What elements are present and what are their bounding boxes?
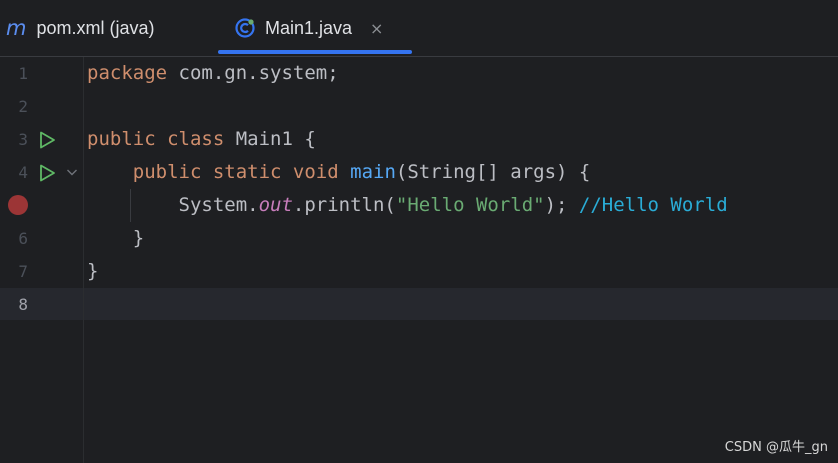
line-number: 3 [18, 130, 28, 149]
code-token: com.gn.system; [167, 62, 339, 84]
code-token: public class [87, 128, 225, 150]
tab-label: Main1.java [265, 17, 353, 38]
code-token: } [87, 227, 145, 249]
active-tab-indicator [218, 50, 412, 54]
chevron-down-icon[interactable] [65, 165, 79, 179]
code-token: main [350, 161, 396, 183]
code-text: } [87, 222, 144, 255]
code-editor[interactable]: 1 package com.gn.system; 2 3 public clas… [0, 57, 838, 463]
code-token: out [258, 194, 293, 216]
code-token: (String[] args) { [395, 161, 591, 183]
code-text: public static void main(String[] args) { [87, 156, 591, 189]
code-line: 7 } [0, 255, 838, 288]
run-icon[interactable] [37, 130, 57, 150]
code-text: public class Main1 { [87, 123, 316, 156]
tab-label: pom.xml (java) [36, 17, 155, 38]
code-token: } [87, 260, 99, 282]
code-line: 6 } [0, 222, 838, 255]
line-number: 6 [18, 229, 28, 248]
close-icon[interactable]: × [370, 19, 383, 38]
line-number: 4 [18, 163, 28, 182]
line-number: 7 [18, 262, 28, 281]
code-line: 3 public class Main1 { [0, 123, 838, 156]
code-token: ); [544, 194, 579, 216]
watermark: CSDN @瓜牛_gn [724, 440, 828, 455]
code-token: Main1 { [224, 128, 316, 150]
code-text: package com.gn.system; [87, 57, 339, 90]
tab-pom-xml[interactable]: m pom.xml (java) [6, 0, 155, 56]
code-text: } [87, 255, 98, 288]
code-line: 4 public static void main(String[] args)… [0, 156, 838, 189]
breakpoint-icon[interactable] [8, 195, 28, 215]
code-line: System.out.println("Hello World"); //Hel… [0, 189, 838, 222]
line-number: 2 [18, 97, 28, 116]
code-token: public static void [132, 161, 339, 183]
code-token: .println( [292, 194, 396, 216]
line-number: 8 [18, 295, 28, 314]
code-text: System.out.println("Hello World"); //Hel… [87, 189, 728, 222]
code-line: 2 [0, 90, 838, 123]
code-line: 1 package com.gn.system; [0, 57, 838, 90]
java-class-icon [235, 18, 255, 38]
code-token: "Hello World" [395, 194, 545, 216]
code-token: //Hello World [578, 194, 728, 216]
code-line: 8 [0, 288, 838, 321]
tab-main1-java[interactable]: Main1.java × [218, 0, 412, 56]
maven-m-icon: m [6, 15, 27, 40]
code-token: System. [87, 194, 259, 216]
run-icon[interactable] [37, 163, 57, 183]
line-number: 1 [18, 64, 28, 83]
code-token: package [87, 62, 168, 84]
editor-tab-bar: m pom.xml (java) Main1.java × [0, 0, 838, 57]
